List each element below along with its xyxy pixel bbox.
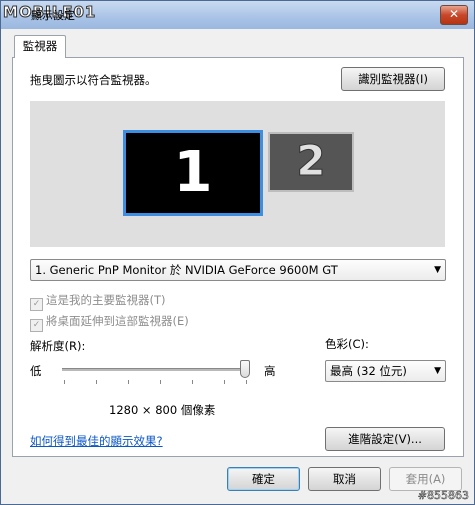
resolution-slider-thumb[interactable] bbox=[240, 360, 250, 378]
checkmark-icon: ✓ bbox=[30, 298, 43, 311]
close-icon: ✕ bbox=[448, 7, 460, 21]
resolution-label: 解析度(R): bbox=[30, 339, 86, 353]
color-label: 色彩(C): bbox=[325, 337, 369, 351]
monitor-1-icon[interactable]: 1 bbox=[123, 130, 263, 216]
display-help-link[interactable]: 如何得到最佳的顯示效果? bbox=[30, 433, 163, 449]
watermark: #855863 bbox=[417, 489, 470, 503]
resolution-low-label: 低 bbox=[30, 364, 42, 378]
apply-button[interactable]: 套用(A) bbox=[389, 467, 462, 491]
monitor-select[interactable]: 1. Generic PnP Monitor 於 NVIDIA GeForce … bbox=[30, 259, 446, 281]
identify-monitors-button[interactable]: 識別監視器(I) bbox=[341, 67, 445, 91]
slider-tick bbox=[192, 380, 193, 384]
monitor-2-icon[interactable]: 2 bbox=[268, 132, 354, 192]
resolution-slider-track[interactable] bbox=[62, 368, 248, 371]
title-bar[interactable]: MOBILE01 顯示設定 ✕ bbox=[1, 1, 474, 29]
slider-tick bbox=[96, 380, 97, 384]
color-depth-select[interactable]: 最高 (32 位元) ▼ bbox=[325, 360, 446, 382]
advanced-settings-button[interactable]: 進階設定(V)... bbox=[325, 427, 445, 451]
primary-monitor-checkbox[interactable]: ✓ 這是我的主要監視器(T) bbox=[30, 292, 166, 311]
slider-tick bbox=[64, 380, 65, 384]
slider-tick bbox=[224, 380, 225, 384]
close-button[interactable]: ✕ bbox=[440, 5, 468, 25]
drag-instruction: 拖曳圖示以符合監視器。 bbox=[30, 73, 157, 87]
slider-tick bbox=[128, 380, 129, 384]
chevron-down-icon: ▼ bbox=[434, 366, 441, 376]
ok-button[interactable]: 確定 bbox=[227, 467, 300, 491]
slider-tick bbox=[246, 380, 247, 384]
resolution-high-label: 高 bbox=[264, 364, 276, 378]
cancel-button[interactable]: 取消 bbox=[308, 467, 381, 491]
monitor-select-value: 1. Generic PnP Monitor 於 NVIDIA GeForce … bbox=[35, 263, 338, 277]
checkmark-icon: ✓ bbox=[30, 319, 43, 332]
tab-monitor[interactable]: 監視器 bbox=[14, 35, 66, 58]
extend-desktop-checkbox[interactable]: ✓ 將桌面延伸到這部監視器(E) bbox=[30, 313, 189, 332]
extend-desktop-label: 將桌面延伸到這部監視器(E) bbox=[46, 314, 189, 328]
chevron-down-icon: ▼ bbox=[434, 265, 441, 275]
window-title: 顯示設定 bbox=[31, 9, 75, 22]
color-depth-value: 最高 (32 位元) bbox=[330, 364, 407, 378]
slider-tick bbox=[160, 380, 161, 384]
resolution-value: 1280 × 800 個像素 bbox=[109, 403, 216, 417]
primary-monitor-label: 這是我的主要監視器(T) bbox=[46, 293, 166, 307]
